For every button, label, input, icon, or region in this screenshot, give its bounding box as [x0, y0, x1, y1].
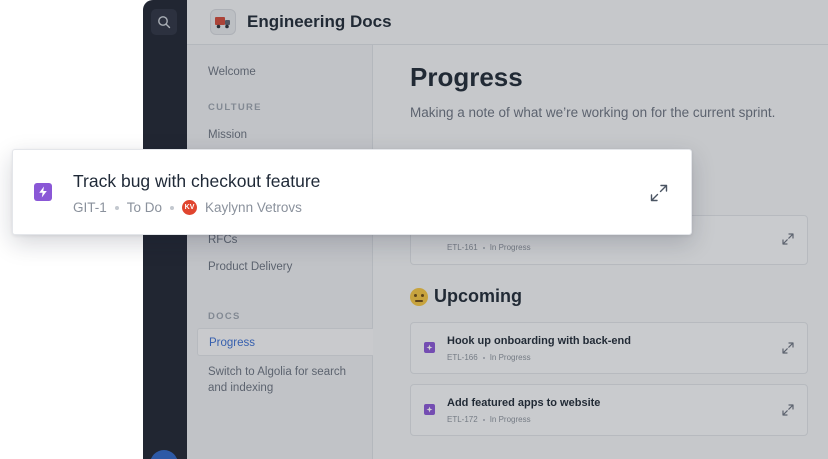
separator-dot [114, 205, 119, 210]
issue-preview-card[interactable]: Track bug with checkout feature GIT-1 To… [12, 149, 692, 235]
assignee-avatar: KV [182, 200, 198, 215]
issue-key: GIT-1 [73, 200, 107, 215]
issue-status[interactable]: To Do [127, 200, 162, 215]
issue-title[interactable]: Track bug with checkout feature [73, 171, 320, 192]
bolt-icon [34, 183, 52, 201]
issue-meta: GIT-1 To Do KV Kaylynn Vetrovs [73, 200, 302, 215]
separator-dot [170, 205, 175, 210]
expand-icon[interactable] [649, 183, 669, 203]
assignee-name[interactable]: Kaylynn Vetrovs [205, 200, 302, 215]
